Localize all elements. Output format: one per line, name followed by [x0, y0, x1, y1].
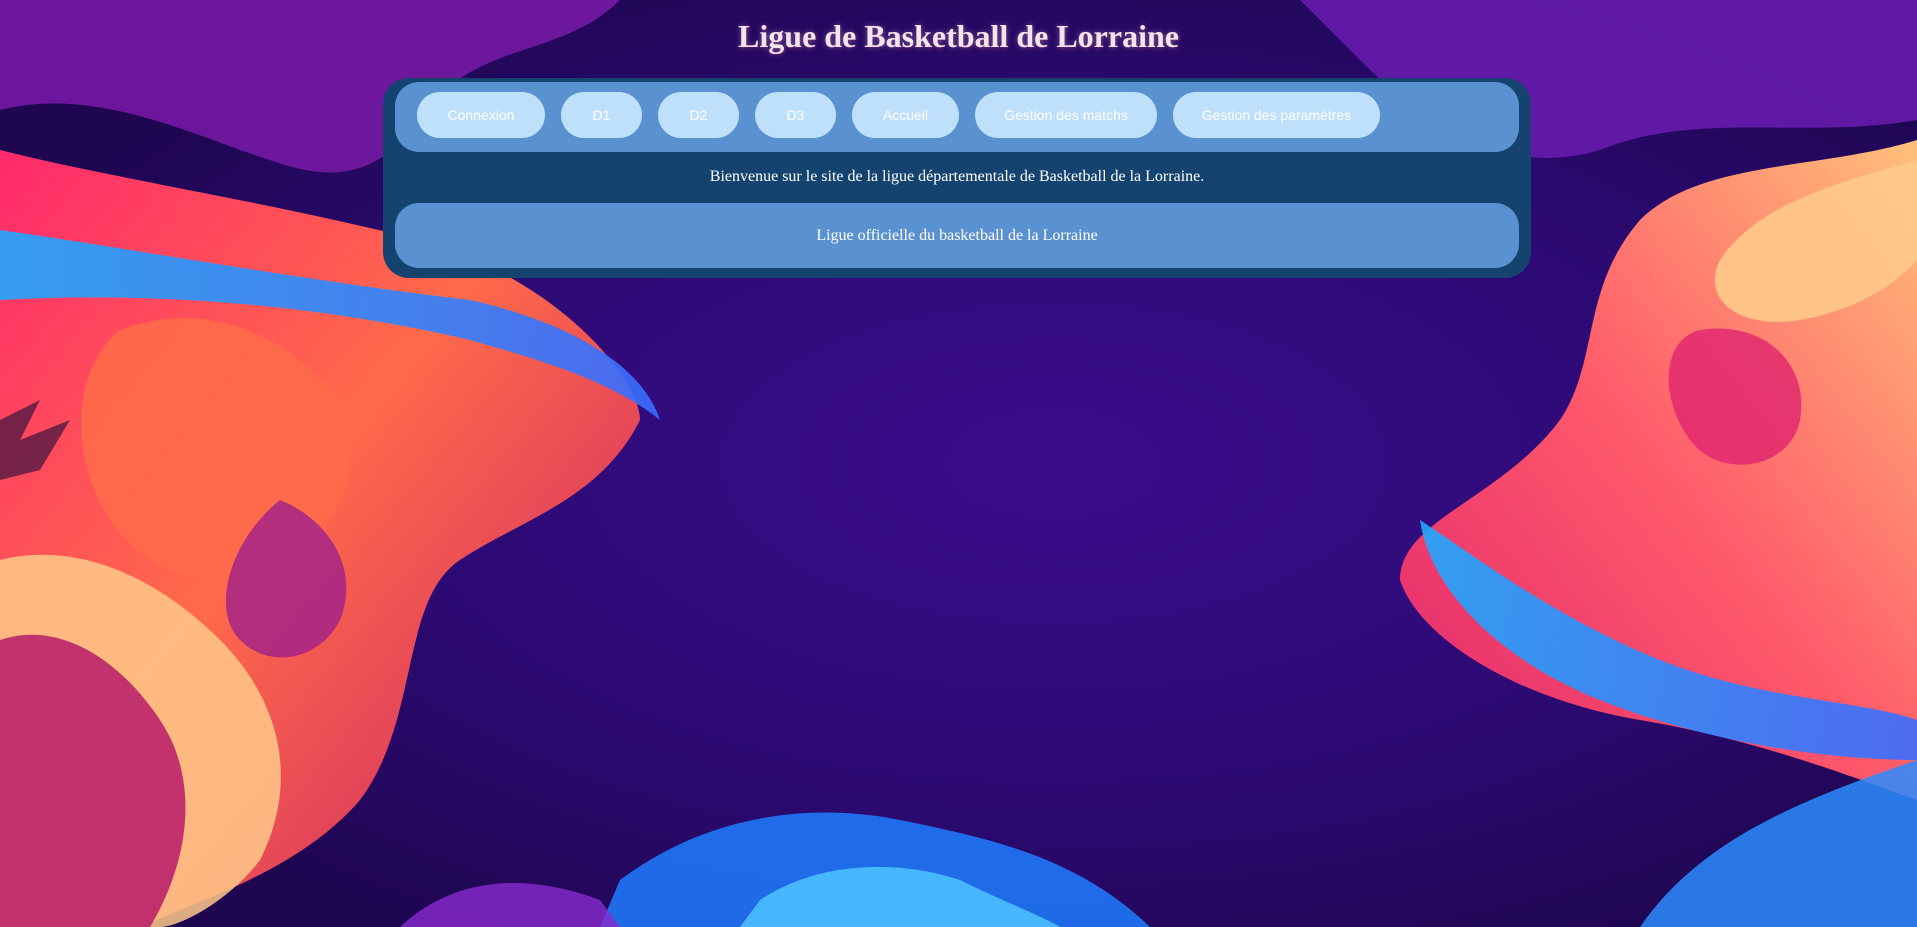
footer-text: Ligue officielle du basketball de la Lor…	[816, 226, 1098, 244]
nav-button-d1[interactable]: D1	[561, 92, 642, 138]
page-title: Ligue de Basketball de Lorraine	[738, 18, 1179, 54]
nav-button-gestion-parametres[interactable]: Gestion des paramètres	[1173, 92, 1380, 138]
footer-banner: Ligue officielle du basketball de la Lor…	[395, 203, 1519, 268]
nav-button-gestion-matchs[interactable]: Gestion des matchs	[975, 92, 1157, 138]
nav-button-d2[interactable]: D2	[658, 92, 739, 138]
welcome-message: Bienvenue sur le site de la ligue départ…	[709, 168, 1205, 185]
nav-button-accueil[interactable]: Accueil	[852, 92, 959, 138]
nav-button-d3[interactable]: D3	[755, 92, 836, 138]
nav-button-connexion[interactable]: Connexion	[417, 92, 545, 138]
main-panel: Connexion D1 D2 D3 Accueil Gestion des m…	[383, 78, 1531, 278]
nav-bar: Connexion D1 D2 D3 Accueil Gestion des m…	[395, 82, 1519, 152]
